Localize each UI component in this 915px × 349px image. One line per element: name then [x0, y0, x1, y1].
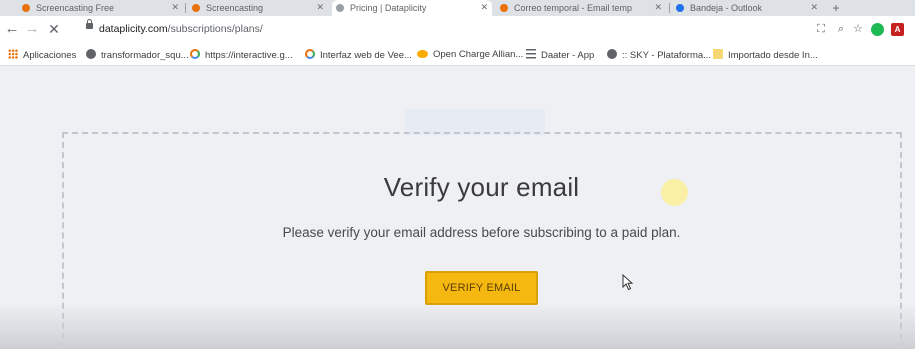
bookmark-label: Aplicaciones	[23, 50, 77, 61]
bookmark-interactive[interactable]: https://interactive.g...	[190, 49, 293, 61]
tab-close-icon[interactable]: ✕	[316, 2, 324, 13]
globe-icon	[607, 49, 617, 59]
bookmark-interfaz-veeam[interactable]: Interfaz web de Vee...	[305, 49, 412, 61]
bookmark-aplicaciones[interactable]: Aplicaciones	[8, 49, 76, 61]
bookmark-sky[interactable]: :: SKY - Plataforma...	[607, 49, 711, 61]
bookmark-label: :: SKY - Plataforma...	[622, 50, 712, 61]
folder-icon	[713, 49, 723, 59]
tab-bandeja[interactable]: Bandeja - Outlook ✕	[672, 0, 822, 16]
ocpi-icon	[417, 50, 428, 58]
tab-favicon-icon	[500, 4, 508, 12]
tab-close-icon[interactable]: ✕	[171, 2, 179, 13]
address-bar[interactable]: dataplicity.com/subscriptions/plans/	[80, 19, 880, 40]
mouse-cursor-icon	[622, 274, 634, 291]
back-arrow-icon[interactable]: ←	[4, 21, 20, 37]
extension-pdf-icon[interactable]: A	[891, 23, 904, 36]
tab-close-icon[interactable]: ✕	[810, 2, 818, 13]
page-content: Verify your email Please verify your ema…	[0, 67, 915, 349]
bookmark-open-charge[interactable]: Open Charge Allian...	[417, 49, 523, 60]
tab-title: Pricing | Dataplicity	[350, 3, 427, 13]
tab-screencasting-free[interactable]: Screencasting Free ✕	[18, 0, 183, 16]
tab-separator	[669, 3, 670, 13]
browser-toolbar: ← → ✕ dataplicity.com/subscriptions/plan…	[0, 16, 915, 44]
bookmark-label: Open Charge Allian...	[433, 49, 524, 60]
tab-favicon-icon	[336, 4, 344, 12]
lines-icon	[526, 49, 536, 59]
click-highlight	[661, 179, 688, 206]
bookmark-star-icon[interactable]: ☆	[851, 22, 865, 36]
verify-email-button[interactable]: VERIFY EMAIL	[425, 271, 538, 305]
bookmark-label: Interfaz web de Vee...	[320, 50, 412, 61]
tab-title: Screencasting	[206, 3, 264, 13]
tab-favicon-icon	[22, 4, 30, 12]
url-host: dataplicity.com	[99, 23, 168, 35]
bookmark-label: https://interactive.g...	[205, 50, 293, 61]
extension-green-icon[interactable]	[871, 23, 884, 36]
globe-icon	[86, 49, 96, 59]
tab-screencasting[interactable]: Screencasting ✕	[188, 0, 328, 16]
bottom-fade	[0, 303, 915, 349]
tab-title: Screencasting Free	[36, 3, 115, 13]
tab-close-icon[interactable]: ✕	[480, 2, 488, 13]
tab-title: Correo temporal - Email temp	[514, 3, 633, 13]
tab-favicon-icon	[676, 4, 684, 12]
ring-icon	[190, 49, 200, 59]
tab-strip: Screencasting Free ✕ Screencasting ✕ Pri…	[0, 0, 915, 16]
bookmark-transformador[interactable]: transformador_squ...	[86, 49, 189, 61]
forward-arrow-icon[interactable]: →	[24, 21, 40, 37]
bookmark-label: transformador_squ...	[101, 50, 189, 61]
url-path: /subscriptions/plans/	[167, 23, 263, 35]
tab-close-icon[interactable]: ✕	[654, 2, 662, 13]
new-tab-icon[interactable]: +	[828, 0, 844, 16]
tab-favicon-icon	[192, 4, 200, 12]
bookmark-daater[interactable]: Daater - App	[526, 49, 594, 61]
bookmark-label: Importado desde In...	[728, 50, 818, 61]
translate-icon[interactable]: ⛶	[814, 22, 828, 36]
lock-icon	[86, 19, 93, 29]
tab-pricing-dataplicity[interactable]: Pricing | Dataplicity ✕	[332, 0, 492, 16]
extension-pdf-label: A	[894, 25, 901, 34]
tab-separator	[185, 3, 186, 13]
apps-grid-icon	[8, 49, 18, 59]
tab-title: Bandeja - Outlook	[690, 3, 763, 13]
bookmark-label: Daater - App	[541, 50, 595, 61]
bookmark-importado[interactable]: Importado desde In...	[713, 49, 818, 61]
verify-message: Please verify your email address before …	[282, 225, 681, 240]
page-title: Verify your email	[383, 172, 580, 202]
bookmarks-bar: Aplicaciones transformador_squ... https:…	[0, 44, 915, 66]
zoom-icon[interactable]: ⌕	[834, 22, 848, 36]
stop-loading-icon[interactable]: ✕	[46, 21, 62, 37]
url-text: dataplicity.com/subscriptions/plans/	[99, 23, 263, 35]
ring-icon	[305, 49, 315, 59]
tab-correo-temporal[interactable]: Correo temporal - Email temp ✕	[496, 0, 666, 16]
